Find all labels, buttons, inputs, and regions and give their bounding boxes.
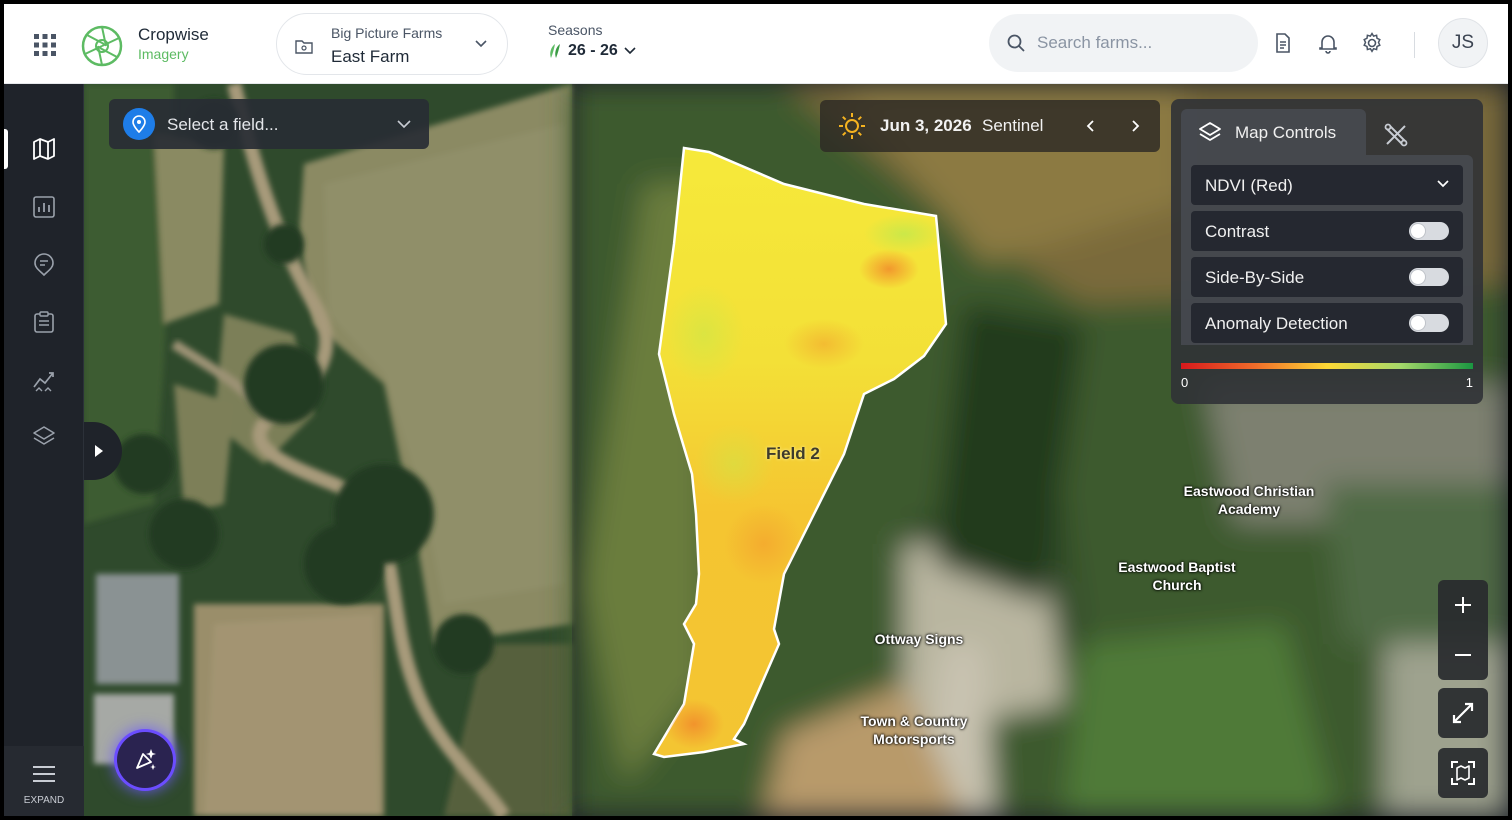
chevron-down-icon — [397, 120, 411, 129]
sidebar-item-reports[interactable] — [4, 183, 84, 231]
expand-icon — [1452, 702, 1474, 724]
chevron-right-icon — [1132, 120, 1140, 132]
side-by-side-row: Side-By-Side — [1191, 257, 1463, 297]
season-value: 26 - 26 — [548, 42, 636, 60]
sidebar-item-layers[interactable] — [4, 413, 84, 461]
field-name-label[interactable]: Field 2 — [766, 444, 820, 464]
previous-date-button[interactable] — [1076, 112, 1104, 140]
anomaly-detection-row: Anomaly Detection — [1191, 303, 1463, 343]
chevron-down-icon — [475, 40, 487, 48]
contrast-row: Contrast — [1191, 211, 1463, 251]
search-bar[interactable] — [989, 14, 1258, 72]
minus-icon — [1455, 654, 1471, 656]
anomaly-detection-label: Anomaly Detection — [1205, 314, 1348, 333]
next-date-button[interactable] — [1122, 112, 1150, 140]
top-header: Cropwise Imagery Big Picture Farms East … — [4, 4, 1508, 84]
imagery-date: Jun 3, 2026 — [880, 116, 972, 135]
sidebar-item-scouting[interactable] — [4, 240, 84, 288]
map-icon — [33, 138, 55, 160]
season-selector[interactable]: Seasons 26 - 26 — [548, 22, 636, 60]
sun-icon — [839, 113, 865, 139]
layer-dropdown[interactable]: NDVI (Red) — [1191, 165, 1463, 205]
fullscreen-button[interactable] — [1438, 688, 1488, 738]
trend-chart-icon — [33, 372, 54, 392]
side-by-side-toggle[interactable] — [1409, 268, 1449, 286]
location-pin-icon — [123, 108, 155, 140]
farm-selector[interactable]: Big Picture Farms East Farm — [276, 13, 508, 75]
ndvi-color-scale — [1181, 363, 1473, 369]
brand-name: Cropwise — [138, 25, 209, 44]
sparkle-assistant-icon — [136, 749, 156, 770]
zoom-to-field-button[interactable] — [1438, 748, 1488, 798]
scale-min-label: 0 — [1181, 375, 1189, 390]
bar-chart-icon — [33, 196, 55, 218]
map-controls-title: Map Controls — [1235, 123, 1337, 142]
place-label-signs: Ottway Signs — [874, 631, 964, 647]
place-label-church: Eastwood Baptist Church — [1118, 559, 1236, 593]
map-focus-icon — [1451, 761, 1475, 785]
app-frame: Cropwise Imagery Big Picture Farms East … — [4, 4, 1508, 816]
layers-icon — [33, 426, 55, 445]
zoom-out-button[interactable] — [1438, 630, 1488, 680]
crop-leaf-icon — [550, 44, 560, 58]
zoom-in-button[interactable] — [1438, 580, 1488, 630]
zoom-controls — [1438, 580, 1488, 680]
sidebar-expand-button[interactable]: EXPAND — [4, 746, 84, 816]
cropwise-logo-icon[interactable] — [80, 24, 124, 68]
caret-right-icon — [95, 445, 103, 457]
season-range: 26 - 26 — [568, 42, 618, 59]
farm-name: East Farm — [331, 47, 410, 66]
comment-pin-icon — [34, 253, 54, 277]
chevron-down-icon — [1437, 180, 1449, 188]
map-controls-body: NDVI (Red) Contrast Side-By-Side Anomaly… — [1181, 155, 1473, 345]
map-controls-panel: Map Controls NDVI (Red) Contrast Side-By… — [1171, 99, 1483, 404]
tools-icon[interactable] — [1382, 121, 1410, 149]
field-selector[interactable]: Select a field... — [109, 99, 429, 149]
organization-name: Big Picture Farms — [331, 25, 443, 41]
place-label-academy: Eastwood Christian Academy — [1183, 483, 1315, 517]
side-by-side-label: Side-By-Side — [1205, 268, 1305, 287]
sidebar-item-analytics[interactable] — [4, 356, 84, 404]
sidebar-item-map[interactable] — [4, 125, 84, 173]
scale-max-label: 1 — [1465, 375, 1473, 390]
header-divider — [1414, 32, 1415, 58]
search-input[interactable] — [1037, 28, 1237, 58]
tab-map-controls[interactable]: Map Controls — [1181, 109, 1366, 155]
clipboard-icon — [34, 311, 54, 333]
ai-assistant-button[interactable] — [117, 732, 173, 788]
sidebar-item-tasks[interactable] — [4, 298, 84, 346]
brand-product: Imagery — [138, 46, 189, 62]
expand-label: EXPAND — [23, 795, 65, 806]
contrast-toggle[interactable] — [1409, 222, 1449, 240]
folder-icon — [295, 40, 313, 54]
brand: Cropwise Imagery — [138, 26, 209, 63]
field-select-placeholder: Select a field... — [167, 115, 279, 134]
seasons-label: Seasons — [548, 22, 603, 38]
document-icon[interactable] — [1272, 32, 1294, 54]
menu-icon — [33, 766, 55, 782]
user-avatar[interactable]: JS — [1438, 18, 1488, 68]
gear-icon[interactable] — [1361, 32, 1383, 54]
chevron-down-icon — [624, 47, 636, 55]
search-icon — [1007, 34, 1025, 52]
anomaly-detection-toggle[interactable] — [1409, 314, 1449, 332]
imagery-source: Sentinel — [982, 116, 1044, 135]
imagery-date-bar: Jun 3, 2026 Sentinel — [820, 100, 1160, 152]
bell-icon[interactable] — [1317, 32, 1339, 54]
contrast-label: Contrast — [1205, 222, 1270, 241]
app-grid-icon[interactable] — [34, 34, 56, 56]
place-label-motorsports: Town & Country Motorsports — [860, 713, 968, 747]
chevron-left-icon — [1086, 120, 1094, 132]
sidebar: EXPAND — [4, 84, 84, 816]
plus-icon — [1455, 597, 1471, 613]
layer-value: NDVI (Red) — [1205, 176, 1293, 195]
layers-icon — [1199, 122, 1221, 141]
